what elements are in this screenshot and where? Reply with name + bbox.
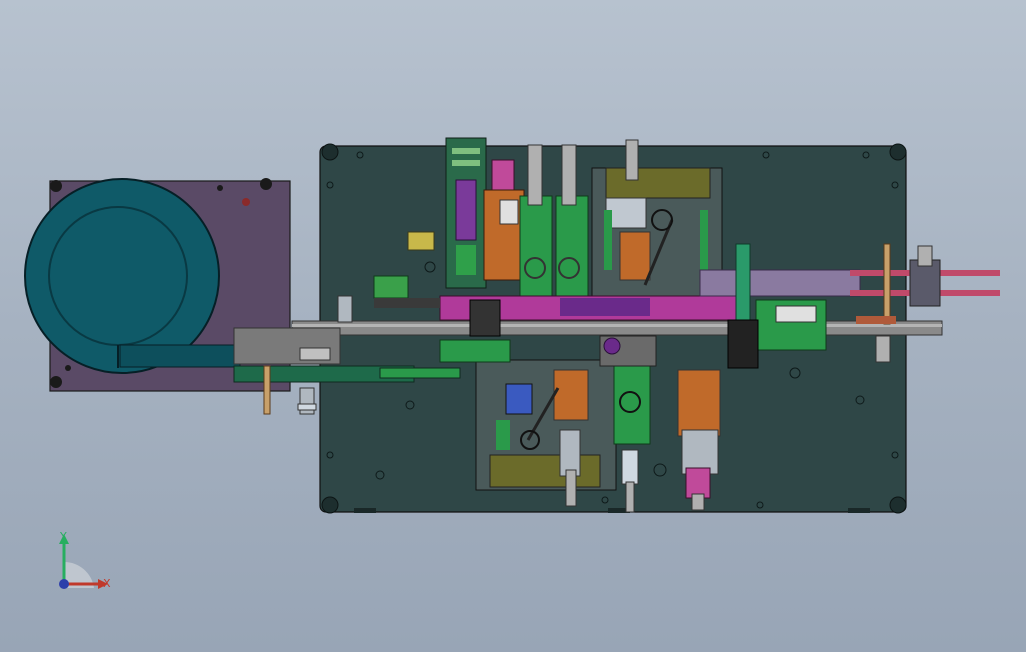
coordinate-triad: Y X [59, 530, 111, 590]
x-axis-label: X [103, 577, 111, 590]
y-axis-label: Y [59, 530, 67, 543]
top-cylinders [483, 144, 589, 297]
cad-viewport[interactable]: Y X [0, 0, 1026, 652]
